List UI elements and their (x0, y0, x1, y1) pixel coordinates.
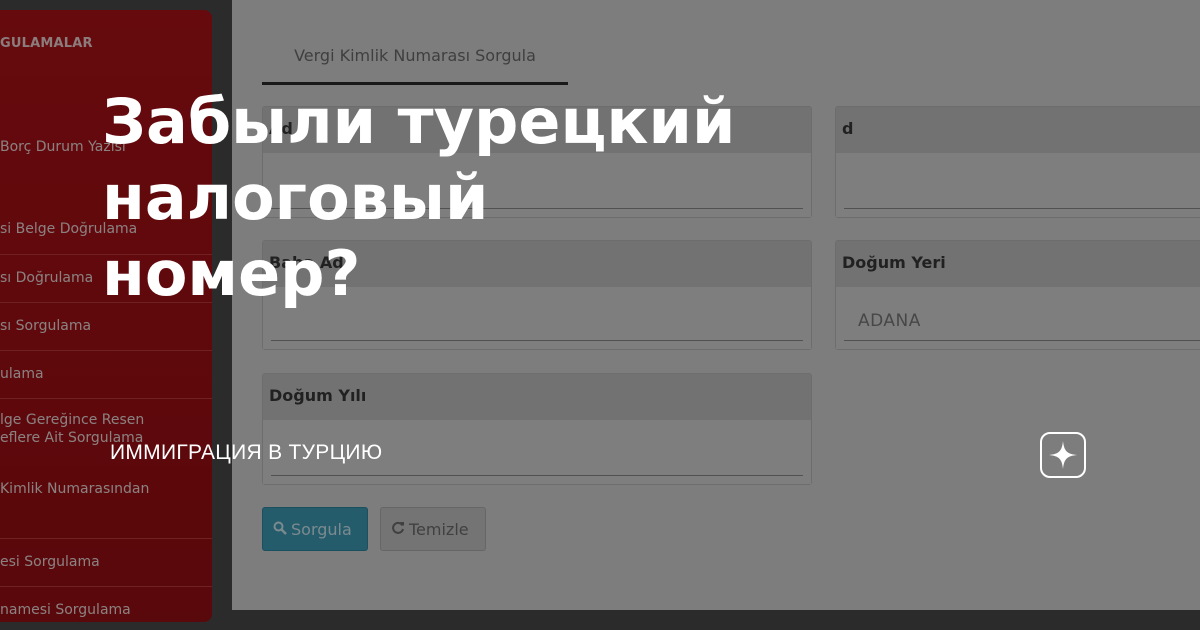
background-screenshot: GULAMALAR Borç Durum Yazısı si Belge Doğ… (0, 0, 1200, 630)
headline-line-1: Забыли турецкий налоговый (102, 85, 736, 234)
zen-star-logo-icon[interactable] (1040, 432, 1086, 478)
channel-name[interactable]: ИММИГРАЦИЯ В ТУРЦИЮ (110, 441, 382, 465)
page-title: Забыли турецкий налоговый номер? (102, 84, 1082, 312)
headline-line-2: номер? (102, 237, 361, 310)
